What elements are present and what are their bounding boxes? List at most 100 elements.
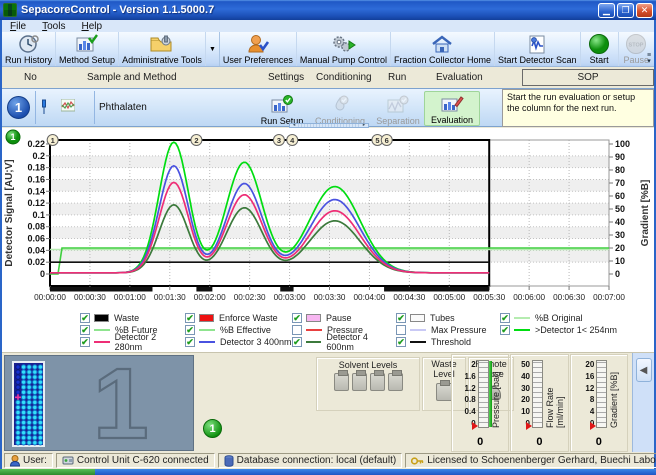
- administrative-tools-button[interactable]: Administrative Tools: [119, 32, 206, 66]
- svg-text:00:00:00: 00:00:00: [34, 293, 66, 302]
- collapse-panel-button[interactable]: ◀: [636, 358, 652, 382]
- svg-text:40: 40: [615, 217, 625, 227]
- svg-text:80: 80: [615, 165, 625, 175]
- svg-text:00:02:30: 00:02:30: [234, 293, 266, 302]
- svg-text:0.08: 0.08: [27, 222, 45, 232]
- legend-swatch: [306, 314, 321, 322]
- column-conditioning: Conditioning: [316, 72, 372, 83]
- svg-text:0.22: 0.22: [27, 139, 45, 149]
- solvent-levels-label: Solvent Levels: [339, 360, 398, 370]
- close-button[interactable]: ✕: [636, 3, 653, 18]
- legend-swatch: [199, 329, 215, 331]
- administrative-tools-dropdown[interactable]: ▼: [206, 32, 220, 66]
- legend-label: Detector 4 600nm: [326, 332, 396, 352]
- sequence-number-badge: 1: [7, 96, 30, 119]
- legend-checkbox[interactable]: ✔: [396, 337, 406, 347]
- chromatogram-chart[interactable]: 00:00:0000:00:3000:01:0000:01:3000:02:00…: [2, 128, 654, 310]
- legend-item[interactable]: ✔%B Original: [500, 312, 640, 323]
- legend-label: Max Pressure: [431, 325, 487, 335]
- start-button[interactable]: Start: [581, 32, 619, 66]
- gears-play-icon: [330, 33, 356, 55]
- taskbar-start-fragment: [0, 469, 95, 475]
- legend-item[interactable]: ✔Detector 3 400nm: [185, 336, 292, 347]
- app-icon: [3, 3, 17, 17]
- legend-checkbox[interactable]: ✔: [396, 313, 406, 323]
- manual-pump-control-button[interactable]: Manual Pump Control: [297, 32, 391, 66]
- legend-label: Waste: [114, 313, 139, 323]
- run-setup-step-button[interactable]: Run Setup: [254, 91, 310, 126]
- svg-text:20: 20: [615, 243, 625, 253]
- legend-checkbox[interactable]: ✔: [185, 337, 195, 347]
- status-license: Licensed to Schoenenberger Gerhard, Buec…: [405, 453, 656, 468]
- evaluation-step-button[interactable]: Evaluation: [424, 91, 480, 126]
- legend-item[interactable]: ✔Detector 2 280nm: [80, 336, 185, 347]
- legend-swatch: [94, 341, 110, 343]
- svg-text:00:03:30: 00:03:30: [314, 293, 346, 302]
- run-history-button[interactable]: Run History: [2, 32, 56, 66]
- legend-checkbox[interactable]: [396, 325, 406, 335]
- gauge-gradient: 201612840 Gradient [%B] 0: [570, 354, 628, 452]
- status-database: Database connection: local (default): [218, 453, 403, 468]
- legend-item[interactable]: Max Pressure: [396, 324, 500, 335]
- legend-checkbox[interactable]: ✔: [80, 313, 90, 323]
- status-database-label: Database connection: local (default): [237, 455, 397, 466]
- trace-legend: ✔Waste✔Enforce Waste✔Pause✔Tubes✔%B Orig…: [80, 312, 640, 347]
- menu-tools[interactable]: Tools: [34, 21, 73, 32]
- legend-checkbox[interactable]: [292, 325, 302, 335]
- legend-checkbox[interactable]: ✔: [500, 325, 510, 335]
- svg-text:0.04: 0.04: [27, 245, 45, 255]
- legend-item[interactable]: ✔%B Effective: [185, 324, 292, 335]
- menu-file[interactable]: File: [2, 21, 34, 32]
- gauge-track: [532, 360, 543, 428]
- minimize-button[interactable]: ▁: [598, 3, 615, 18]
- legend-item[interactable]: ✔ Tubes: [396, 312, 500, 323]
- fraction-collector-home-label: Fraction Collector Home: [394, 55, 491, 65]
- legend-item[interactable]: ✔ Waste: [80, 312, 185, 323]
- svg-text:Gradient [%B]: Gradient [%B]: [640, 180, 651, 247]
- legend-item[interactable]: ✔Threshold: [396, 336, 500, 347]
- start-detector-scan-button[interactable]: Start Detector Scan: [495, 32, 581, 66]
- queue-header-row: No Sample and Method Settings Conditioni…: [2, 67, 654, 88]
- svg-text:00:01:30: 00:01:30: [154, 293, 186, 302]
- gauge-label: Pressure [bar]: [491, 360, 501, 428]
- svg-text:60: 60: [615, 191, 625, 201]
- home-icon: [430, 33, 454, 55]
- legend-item[interactable]: ✔Enforce Waste: [185, 312, 292, 323]
- svg-text:1: 1: [10, 132, 15, 142]
- svg-text:0.2: 0.2: [32, 151, 45, 161]
- legend-swatch: [199, 341, 215, 343]
- legend-swatch: [514, 317, 530, 319]
- legend-checkbox[interactable]: ✔: [500, 313, 510, 323]
- restore-button[interactable]: ❐: [617, 3, 634, 18]
- status-bar: User: Control Unit C-620 connected Datab…: [2, 452, 654, 469]
- svg-text:6: 6: [385, 136, 389, 145]
- svg-text:0.12: 0.12: [27, 198, 45, 208]
- legend-item[interactable]: ✔>Detector 1< 254nm: [500, 324, 640, 335]
- scroll-right-icon[interactable]: ▸: [360, 124, 368, 127]
- legend-item[interactable]: ✔Detector 4 600nm: [292, 336, 396, 347]
- legend-checkbox[interactable]: ✔: [185, 325, 195, 335]
- legend-checkbox[interactable]: ✔: [292, 337, 302, 347]
- user-preferences-button[interactable]: User Preferences: [220, 32, 297, 66]
- toolbar-overflow-icon[interactable]: ≡▾: [644, 53, 654, 65]
- svg-text:3: 3: [277, 136, 281, 145]
- legend-label: Tubes: [430, 313, 455, 323]
- method-setup-button[interactable]: Method Setup: [56, 32, 119, 66]
- legend-checkbox[interactable]: ✔: [185, 313, 195, 323]
- fraction-collector-home-button[interactable]: Fraction Collector Home: [391, 32, 495, 66]
- svg-text:0.18: 0.18: [27, 163, 45, 173]
- menu-help[interactable]: Help: [73, 21, 110, 32]
- legend-item[interactable]: ✔Pause: [292, 312, 396, 323]
- column-sample-and-method: Sample and Method: [87, 72, 177, 83]
- method-setup-label: Method Setup: [59, 55, 115, 65]
- svg-text:100: 100: [615, 139, 630, 149]
- legend-swatch: [410, 314, 425, 322]
- svg-text:0.02: 0.02: [27, 257, 45, 267]
- rack-panel[interactable]: 1: [4, 355, 194, 451]
- sop-box[interactable]: SOP: [522, 69, 654, 86]
- sequence-row[interactable]: 1 Phthalaten Run Setup Conditioning Sepa…: [2, 88, 654, 127]
- legend-checkbox[interactable]: ✔: [80, 337, 90, 347]
- legend-checkbox[interactable]: ✔: [292, 313, 302, 323]
- legend-checkbox[interactable]: ✔: [80, 325, 90, 335]
- scroll-left-icon[interactable]: ◂: [290, 124, 298, 127]
